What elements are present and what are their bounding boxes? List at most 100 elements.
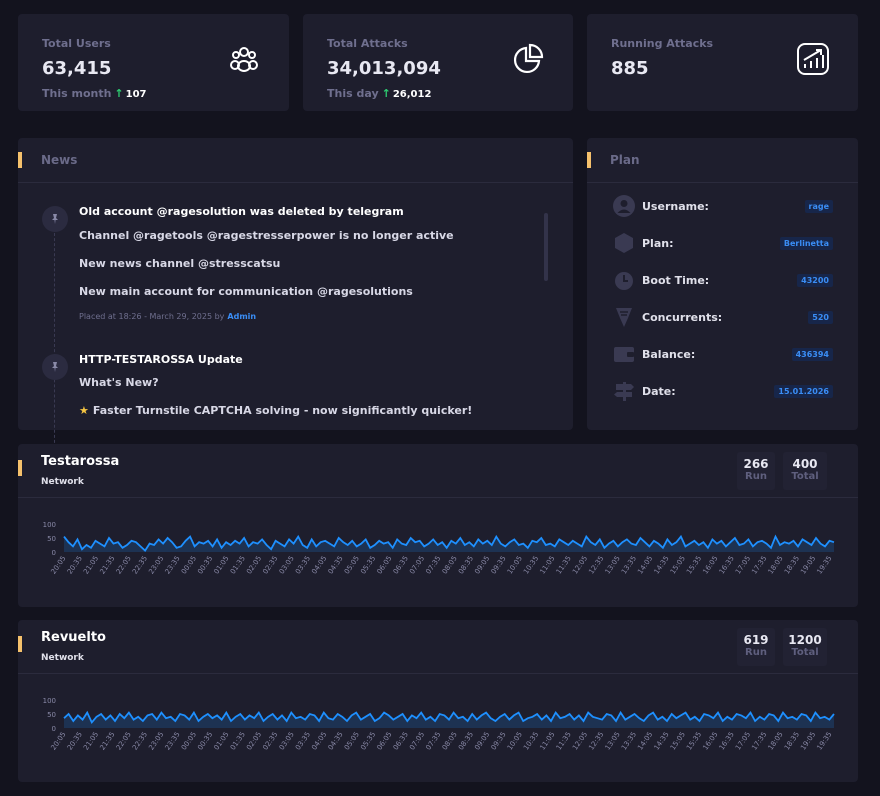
x-tick-label: 18:05	[767, 731, 785, 752]
plan-value: 436394	[791, 348, 833, 361]
x-tick-label: 15:05	[669, 555, 687, 576]
x-tick-label: 13:35	[620, 731, 638, 752]
plan-label: Username:	[642, 200, 709, 213]
x-tick-label: 05:35	[359, 555, 377, 576]
run-label: Run	[745, 647, 767, 658]
x-tick-label: 20:05	[50, 555, 68, 576]
x-tick-label: 03:35	[294, 731, 312, 752]
x-tick-label: 07:35	[424, 731, 442, 752]
news-item-line-text: Faster Turnstile CAPTCHA solving - now s…	[92, 404, 473, 417]
x-tick-label: 22:05	[115, 555, 133, 576]
x-tick-label: 01:05	[212, 555, 230, 576]
x-tick-label: 07:05	[408, 731, 426, 752]
stat-sub-value: 107	[125, 89, 147, 100]
x-tick-label: 11:05	[538, 731, 556, 752]
total-kpi: 1200 Total	[783, 628, 827, 666]
stat-label: Total Attacks	[327, 37, 408, 50]
run-kpi: 266 Run	[737, 452, 775, 490]
x-tick-label: 21:05	[82, 731, 100, 752]
y-tick-label: 0	[52, 549, 56, 557]
total-value: 1200	[788, 633, 822, 647]
x-tick-label: 16:35	[718, 555, 736, 576]
x-tick-label: 00:05	[180, 731, 198, 752]
plan-row-concurrents: Concurrents: 520	[613, 306, 833, 330]
x-tick-label: 18:35	[783, 731, 801, 752]
section-accent	[18, 636, 22, 652]
news-author-link[interactable]: Admin	[227, 312, 256, 321]
x-tick-label: 03:05	[278, 555, 296, 576]
plan-value: rage	[804, 200, 833, 213]
x-tick-label: 18:05	[767, 555, 785, 576]
total-label: Total	[791, 647, 819, 658]
x-tick-label: 02:05	[245, 731, 263, 752]
x-tick-label: 00:35	[196, 731, 214, 752]
y-tick-label: 50	[47, 711, 56, 719]
x-tick-label: 17:05	[734, 731, 752, 752]
plan-label: Concurrents:	[642, 311, 723, 324]
x-tick-label: 06:35	[392, 555, 410, 576]
plan-value: 520	[808, 311, 833, 324]
news-item-meta: Placed at 18:26 - March 29, 2025 by Admin	[79, 312, 256, 321]
x-tick-label: 20:35	[66, 731, 84, 752]
x-tick-label: 00:05	[180, 555, 198, 576]
x-tick-label: 14:05	[636, 731, 654, 752]
section-accent	[18, 460, 22, 476]
network-title: Testarossa	[41, 454, 120, 469]
x-tick-label: 12:05	[571, 555, 589, 576]
x-tick-label: 19:05	[799, 555, 817, 576]
x-tick-label: 03:05	[278, 731, 296, 752]
x-tick-label: 11:05	[538, 555, 556, 576]
stat-card-total-attacks: Total Attacks 34,013,094 This day ↑ 26,012	[303, 14, 573, 111]
x-tick-label: 22:05	[115, 731, 133, 752]
network-card-revuelto: Revuelto Network 619 Run 1200 Total 100 5…	[18, 620, 858, 782]
x-tick-label: 14:35	[653, 731, 671, 752]
pin-icon	[42, 354, 68, 380]
x-tick-label: 06:35	[392, 731, 410, 752]
plan-row-balance: Balance: 436394	[613, 343, 833, 367]
stat-value: 885	[611, 58, 649, 79]
x-tick-label: 01:35	[229, 555, 247, 576]
x-tick-label: 02:35	[261, 731, 279, 752]
news-scrollbar[interactable]	[544, 213, 548, 281]
x-tick-label: 16:05	[701, 555, 719, 576]
divider	[18, 497, 858, 498]
x-tick-label: 06:05	[375, 731, 393, 752]
plan-label: Balance:	[642, 348, 696, 361]
wallet-icon	[614, 347, 634, 362]
x-tick-label: 17:05	[734, 555, 752, 576]
plan-row-plan: Plan: Berlinetta	[613, 232, 833, 256]
news-item-line: What's New?	[79, 376, 159, 389]
network-chart: 100 50 020:0520:3521:0521:3522:0522:3523:0…	[43, 697, 835, 752]
x-tick-label: 08:35	[457, 731, 475, 752]
x-tick-label: 22:35	[131, 731, 149, 752]
plan-title: Plan	[610, 153, 640, 167]
x-tick-label: 13:35	[620, 555, 638, 576]
x-tick-label: 00:35	[196, 555, 214, 576]
x-tick-label: 22:35	[131, 555, 149, 576]
total-kpi: 400 Total	[783, 452, 827, 490]
plan-value: 15.01.2026	[774, 385, 833, 398]
network-title: Revuelto	[41, 630, 106, 645]
total-value: 400	[792, 457, 818, 471]
star-icon: ★	[79, 404, 89, 417]
x-tick-label: 14:35	[653, 555, 671, 576]
y-tick-label: 0	[52, 725, 56, 733]
x-tick-label: 11:35	[555, 731, 573, 752]
x-tick-label: 12:35	[587, 555, 605, 576]
stat-card-running-attacks: Running Attacks 885	[587, 14, 858, 111]
x-tick-label: 14:05	[636, 555, 654, 576]
x-tick-label: 19:35	[816, 731, 834, 752]
x-tick-label: 23:35	[164, 731, 182, 752]
stat-sub-label: This month	[42, 87, 112, 100]
x-tick-label: 16:05	[701, 731, 719, 752]
x-tick-label: 13:05	[604, 555, 622, 576]
stat-sub: This day ↑ 26,012	[327, 87, 431, 100]
x-tick-label: 15:35	[685, 555, 703, 576]
signpost-icon	[614, 382, 634, 401]
run-value: 619	[743, 633, 769, 647]
x-tick-label: 11:35	[555, 555, 573, 576]
stat-card-total-users: Total Users 63,415 This month ↑ 107	[18, 14, 289, 111]
x-tick-label: 12:05	[571, 731, 589, 752]
x-tick-label: 17:35	[750, 731, 768, 752]
y-tick-label: 50	[47, 535, 56, 543]
